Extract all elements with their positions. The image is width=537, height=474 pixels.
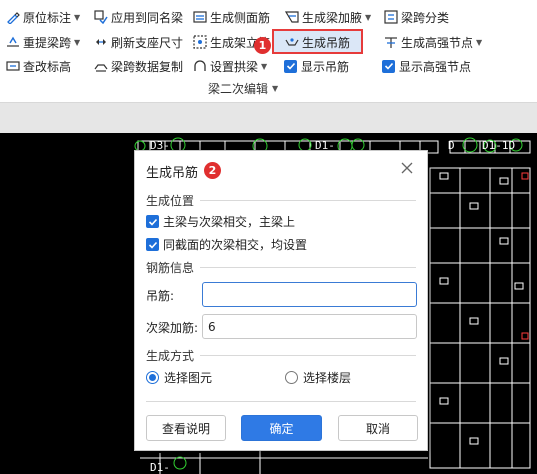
same-section-label: 同截面的次梁相交，均设置 bbox=[163, 238, 308, 252]
ok-button[interactable]: 确定 bbox=[241, 415, 322, 441]
original-annotation-label: 原位标注 bbox=[23, 10, 72, 25]
status-strip bbox=[0, 103, 537, 133]
cad-label-bottom: D1- bbox=[150, 461, 170, 474]
copy-span-data-button[interactable]: 梁跨数据复制 bbox=[94, 56, 183, 76]
cad-label-top-3: D bbox=[448, 139, 455, 152]
gen-high-strength-node-button[interactable]: 生成高强节点 ▼ bbox=[384, 32, 482, 52]
check-elevation-button[interactable]: 查改标高 bbox=[6, 56, 71, 76]
apply-icon bbox=[94, 10, 108, 24]
arch-icon bbox=[193, 59, 207, 73]
cancel-button[interactable]: 取消 bbox=[338, 415, 418, 441]
gen-side-rebar-button[interactable]: 生成侧面筋 bbox=[193, 7, 270, 27]
hanger-field-label: 吊筋: bbox=[146, 289, 175, 303]
gen-beam-haunch-label: 生成梁加腋 bbox=[302, 10, 363, 25]
node-icon bbox=[384, 35, 398, 49]
radio-select-floor[interactable]: 选择楼层 bbox=[285, 369, 351, 386]
show-high-strength-node-checkbox[interactable]: 显示高强节点 bbox=[382, 56, 471, 76]
step-badge-2: 2 bbox=[204, 162, 221, 179]
section-location-label: 生成位置 bbox=[146, 193, 195, 208]
gen-beam-haunch-button[interactable]: 生成梁加腋 ▼ bbox=[285, 7, 371, 27]
annotate-icon bbox=[6, 10, 20, 24]
chevron-down-icon: ▼ bbox=[261, 61, 268, 71]
classify-icon bbox=[384, 10, 398, 24]
help-button[interactable]: 查看说明 bbox=[146, 415, 226, 441]
show-hanger-bar-label: 显示吊筋 bbox=[301, 59, 350, 74]
hanger-input[interactable] bbox=[202, 282, 417, 307]
original-annotation-button[interactable]: 原位标注 ▼ bbox=[6, 7, 80, 27]
side-rebar-icon bbox=[193, 10, 207, 24]
radio-select-element[interactable]: 选择图元 bbox=[146, 369, 212, 386]
gen-hanger-bar-dialog: 生成吊筋 2 生成位置 主梁与次梁相交，主梁上 同截面的次梁相交，均设置 钢筋信… bbox=[134, 150, 428, 451]
checkbox-checked-icon bbox=[284, 59, 297, 73]
section-location: 生成位置 bbox=[146, 192, 416, 208]
hanger-bar-icon bbox=[285, 35, 299, 49]
relift-span-button[interactable]: 重提梁跨 ▼ bbox=[6, 32, 80, 52]
copy-icon bbox=[94, 59, 108, 73]
copy-span-data-label: 梁跨数据复制 bbox=[111, 59, 184, 74]
main-secondary-checkbox[interactable]: 主梁与次梁相交，主梁上 bbox=[146, 213, 295, 230]
checkbox-checked-icon bbox=[382, 59, 395, 73]
main-secondary-label: 主梁与次梁相交，主梁上 bbox=[163, 215, 296, 229]
relift-span-label: 重提梁跨 bbox=[23, 35, 72, 50]
close-icon bbox=[401, 162, 413, 174]
cad-label-top-4: D1-1D bbox=[482, 139, 516, 152]
same-section-checkbox[interactable]: 同截面的次梁相交，均设置 bbox=[146, 236, 307, 253]
group-label[interactable]: 梁二次编辑 ▼ bbox=[208, 80, 278, 97]
radio-select-element-label: 选择图元 bbox=[164, 371, 213, 385]
group-label-text: 梁二次编辑 bbox=[208, 82, 269, 96]
close-button[interactable] bbox=[399, 160, 415, 176]
refresh-support-label: 刷新支座尺寸 bbox=[111, 35, 184, 50]
chevron-down-icon: ▼ bbox=[74, 37, 81, 47]
erection-bar-icon bbox=[193, 35, 207, 49]
section-rebar-label: 钢筋信息 bbox=[146, 260, 195, 275]
show-high-strength-node-label: 显示高强节点 bbox=[399, 59, 472, 74]
gen-high-strength-node-label: 生成高强节点 bbox=[401, 35, 474, 50]
refresh-support-button[interactable]: 刷新支座尺寸 bbox=[94, 32, 183, 52]
radio-selected-icon bbox=[146, 371, 159, 384]
chevron-down-icon: ▼ bbox=[476, 37, 483, 47]
checkbox-checked-icon bbox=[146, 238, 159, 251]
haunch-icon bbox=[285, 10, 299, 24]
checkbox-checked-icon bbox=[146, 215, 159, 228]
apply-same-name-label: 应用到同名梁 bbox=[111, 10, 184, 25]
elevation-icon bbox=[6, 59, 20, 73]
radio-unselected-icon bbox=[285, 371, 298, 384]
section-method-label: 生成方式 bbox=[146, 348, 195, 363]
chevron-down-icon: ▼ bbox=[365, 12, 372, 22]
extra-field-label: 次梁加筋: bbox=[146, 321, 199, 335]
show-hanger-bar-checkbox[interactable]: 显示吊筋 bbox=[284, 56, 349, 76]
extra-rebar-input[interactable]: 6 bbox=[202, 314, 417, 339]
relift-icon bbox=[6, 35, 20, 49]
refresh-icon bbox=[94, 35, 108, 49]
radio-select-floor-label: 选择楼层 bbox=[303, 371, 352, 385]
gen-hanger-bar-label: 生成吊筋 bbox=[302, 35, 351, 50]
chevron-down-icon: ▼ bbox=[74, 12, 81, 22]
ribbon-toolbar: 原位标注 ▼ 应用到同名梁 生成侧面筋 生成梁加腋 ▼ 梁跨分类 重提梁跨 ▼ 刷新支… bbox=[0, 0, 537, 103]
gen-side-rebar-label: 生成侧面筋 bbox=[210, 10, 271, 25]
apply-same-name-button[interactable]: 应用到同名梁 bbox=[94, 7, 183, 27]
span-classify-label: 梁跨分类 bbox=[401, 10, 450, 25]
section-method: 生成方式 bbox=[146, 347, 416, 363]
step-badge-1: 1 bbox=[254, 37, 271, 54]
set-arch-beam-button[interactable]: 设置拱梁 ▼ bbox=[193, 56, 267, 76]
dialog-title: 生成吊筋 bbox=[146, 166, 199, 181]
button-divider bbox=[146, 393, 416, 409]
chevron-down-icon: ▼ bbox=[272, 84, 279, 93]
set-arch-beam-label: 设置拱梁 bbox=[210, 59, 259, 74]
gen-hanger-bar-button[interactable]: 生成吊筋 bbox=[285, 32, 350, 52]
section-rebar: 钢筋信息 bbox=[146, 259, 416, 275]
check-elevation-label: 查改标高 bbox=[23, 59, 72, 74]
span-classify-button[interactable]: 梁跨分类 bbox=[384, 7, 449, 27]
